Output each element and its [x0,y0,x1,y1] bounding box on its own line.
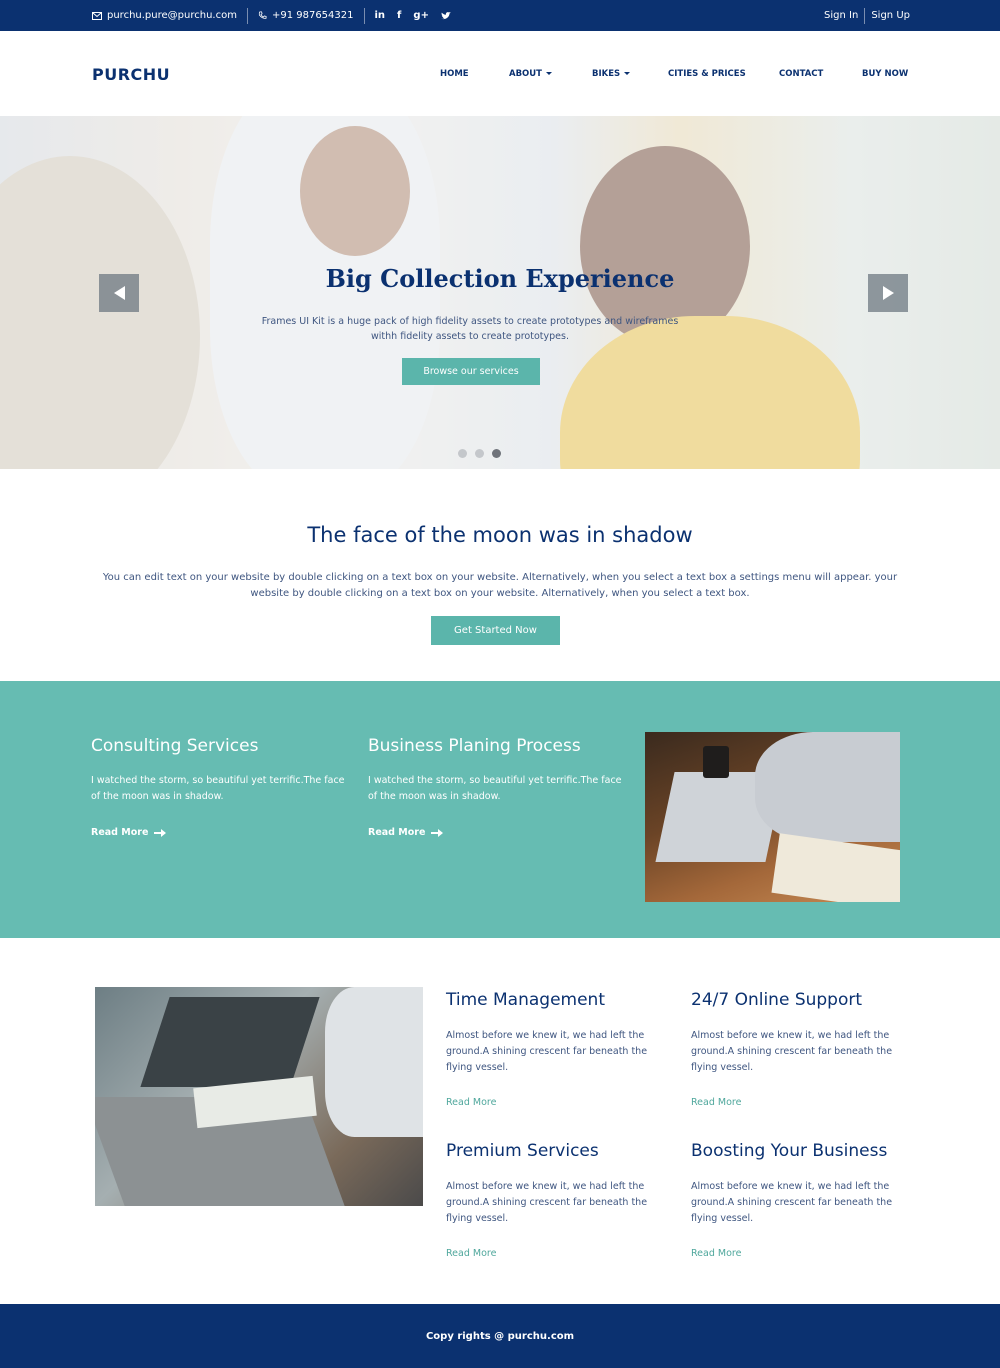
phone-contact[interactable]: +91 987654321 [258,10,354,21]
feature-title: Time Management [446,990,605,1010]
services-band: Consulting Services I watched the storm,… [0,681,1000,938]
photo-arm-shape [325,987,423,1137]
get-started-button[interactable]: Get Started Now [431,616,560,645]
nav-item-cities-prices[interactable]: CITIES & PRICES [668,69,746,81]
email-text: purchu.pure@purchu.com [107,10,237,21]
nav-item-bikes[interactable]: BIKES [592,69,631,81]
read-more-link[interactable]: Read More [691,1097,911,1108]
feature-text: Almost before we knew it, we had left th… [446,1030,648,1073]
read-more-label: Read More [91,827,149,838]
google-plus-icon[interactable]: g+ [413,10,429,21]
slider-dots [458,449,501,458]
divider [864,7,866,24]
hero-text: Frames UI Kit is a huge pack of high fid… [261,316,679,342]
service-text: I watched the storm, so beautiful yet te… [368,775,622,802]
sign-up-link[interactable]: Sign Up [871,10,910,21]
arrow-right-icon [431,828,444,837]
nav-label: BUY NOW [862,69,909,79]
nav-label: CITIES & PRICES [668,69,746,79]
phone-icon [258,11,267,19]
divider [246,7,248,24]
read-more-label: Read More [368,827,426,838]
email-contact[interactable]: purchu.pure@purchu.com [92,10,237,21]
photo-laptop-shape [140,997,320,1087]
service-card: Consulting Services I watched the storm,… [91,736,351,838]
nav-item-buy-now[interactable]: BUY NOW [862,69,908,81]
social-links: in f g+ [375,10,451,21]
footer: Copy rights @ purchu.com [0,1304,1000,1368]
chevron-down-icon [545,72,552,75]
copyright-text: Copy rights @ purchu.com [425,1330,575,1342]
twitter-icon[interactable] [440,11,451,20]
top-bar: purchu.pure@purchu.com +91 987654321 in … [0,0,1000,31]
feature-card: 24/7 Online Support Almost before we kne… [691,990,911,1108]
nav-label: BIKES [592,69,621,79]
read-more-link[interactable]: Read More [368,827,628,838]
read-more-link[interactable]: Read More [691,1248,911,1259]
linkedin-icon[interactable]: in [375,10,386,21]
chevron-down-icon [624,72,631,75]
feature-text: Almost before we knew it, we had left th… [691,1030,893,1073]
feature-text: Almost before we knew it, we had left th… [691,1181,893,1224]
nav-item-home[interactable]: HOME [440,69,469,81]
nav-label: CONTACT [779,69,824,79]
intro-title: The face of the moon was in shadow [307,523,693,547]
feature-title: Premium Services [446,1141,599,1161]
main-navigation: PURCHU HOME ABOUT BIKES CITIES & PRICES … [0,31,1000,116]
hero-title: Big Collection Experience [325,264,675,293]
service-title: Consulting Services [91,736,259,756]
nav-label: HOME [440,69,469,79]
feature-title: 24/7 Online Support [691,990,863,1010]
nav-label: ABOUT [509,69,542,79]
read-more-link[interactable]: Read More [446,1248,666,1259]
nav-item-contact[interactable]: CONTACT [779,69,823,81]
photo-person-shape [755,732,900,842]
phone-text: +91 987654321 [271,10,354,21]
divider [363,7,365,24]
service-card: Business Planing Process I watched the s… [368,736,628,838]
feature-card: Premium Services Almost before we knew i… [446,1141,666,1259]
arrow-right-icon [154,828,167,837]
read-more-link[interactable]: Read More [91,827,351,838]
mail-icon [92,11,102,20]
service-title: Business Planing Process [368,736,581,756]
read-more-link[interactable]: Read More [446,1097,666,1108]
feature-card: Boosting Your Business Almost before we … [691,1141,911,1259]
meeting-laptops-photo [95,987,423,1206]
intro-text: You can edit text on your website by dou… [102,572,898,599]
slider-dot-2[interactable] [475,449,484,458]
laptop-desk-photo [645,732,900,902]
service-text: I watched the storm, so beautiful yet te… [91,775,345,802]
nav-item-about[interactable]: ABOUT [509,69,552,81]
sign-in-link[interactable]: Sign In [824,10,858,21]
browse-services-button[interactable]: Browse our services [402,358,540,385]
feature-text: Almost before we knew it, we had left th… [446,1181,648,1224]
photo-notebook-shape [771,833,900,902]
slider-dot-3[interactable] [492,449,501,458]
facebook-icon[interactable]: f [397,10,401,21]
logo[interactable]: PURCHU [92,65,170,84]
slider-dot-1[interactable] [458,449,467,458]
photo-cup-shape [703,746,729,778]
hero-slider: Big Collection Experience Frames UI Kit … [0,116,1000,469]
feature-title: Boosting Your Business [691,1141,888,1161]
feature-card: Time Management Almost before we knew it… [446,990,666,1108]
